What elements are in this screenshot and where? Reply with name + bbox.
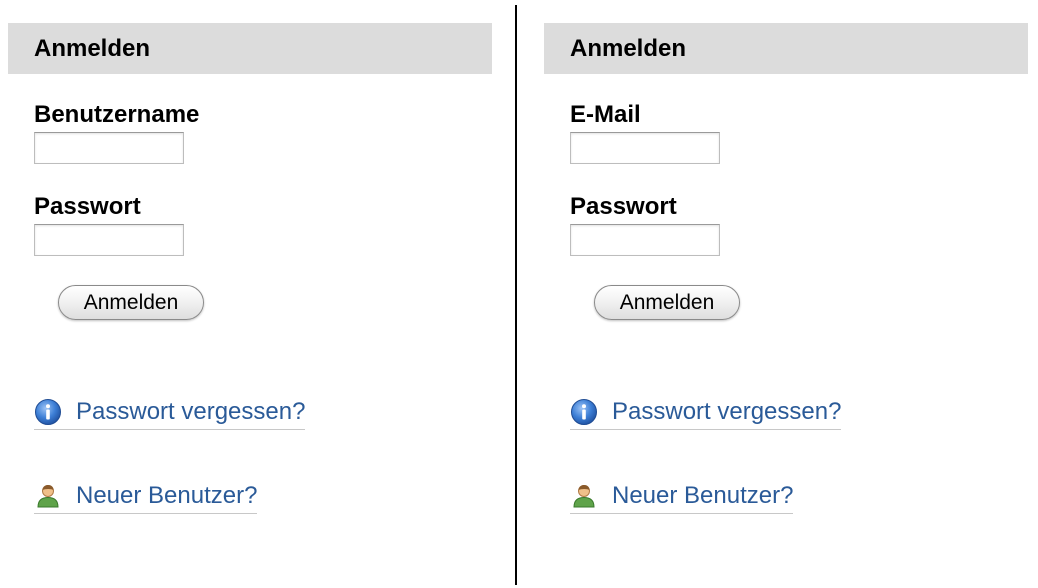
password-input[interactable]	[570, 224, 720, 256]
panel-title: Anmelden	[8, 23, 492, 74]
password-input[interactable]	[34, 224, 184, 256]
login-button[interactable]: Anmelden	[594, 285, 740, 320]
info-icon	[35, 399, 61, 425]
user-icon	[37, 485, 59, 508]
login-panel-username: Anmelden Benutzername Passwort Anmelden …	[8, 23, 492, 514]
new-user-link[interactable]: Neuer Benutzer?	[34, 481, 258, 514]
username-label: Benutzername	[34, 101, 200, 128]
forgot-password-link[interactable]: Passwort vergessen?	[570, 397, 842, 430]
panel-title: Anmelden	[544, 23, 1028, 74]
login-panel-email: Anmelden E-Mail Passwort Anmelden Passwo…	[544, 23, 1028, 514]
divider	[515, 5, 517, 585]
email-input[interactable]	[570, 132, 720, 164]
user-icon	[573, 485, 595, 508]
info-icon	[571, 399, 597, 425]
login-button[interactable]: Anmelden	[58, 285, 204, 320]
username-input[interactable]	[34, 132, 184, 164]
forgot-password-text: Passwort vergessen?	[612, 398, 842, 425]
new-user-link[interactable]: Neuer Benutzer?	[570, 481, 794, 514]
email-label: E-Mail	[570, 101, 641, 128]
password-label: Passwort	[570, 193, 677, 220]
forgot-password-link[interactable]: Passwort vergessen?	[34, 397, 306, 430]
new-user-text: Neuer Benutzer?	[76, 482, 258, 509]
password-label: Passwort	[34, 193, 141, 220]
new-user-text: Neuer Benutzer?	[612, 482, 794, 509]
forgot-password-text: Passwort vergessen?	[76, 398, 306, 425]
